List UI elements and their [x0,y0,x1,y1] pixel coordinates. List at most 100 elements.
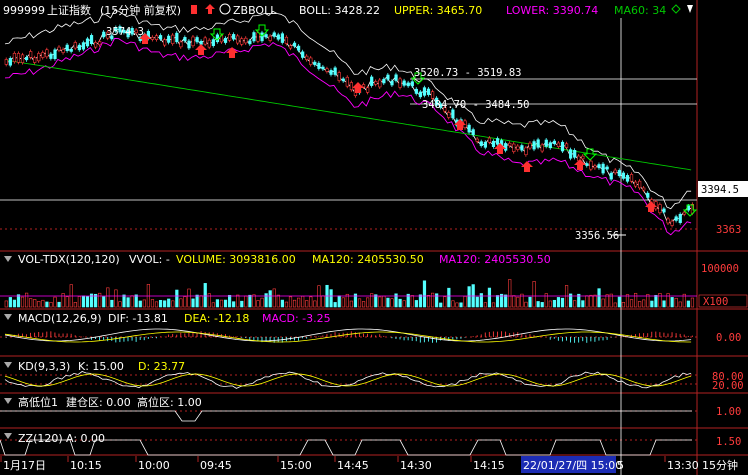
volume-bar [183,296,187,308]
period-axis-label[interactable]: 15分钟 [702,458,738,472]
volume-bar [487,287,492,308]
volume-bar [114,289,118,308]
candle-body [272,32,276,37]
candle-body [646,192,650,198]
volume-bar [589,294,593,308]
candle-body [666,218,670,224]
volume-bar [638,301,642,308]
candle-body [414,88,418,94]
volume-bar [12,299,17,308]
volume-bar [292,299,297,308]
volume-bar [666,293,670,308]
volume-bar [195,294,199,308]
candle-body [629,174,634,182]
macd-axis: 0.00 [716,332,741,344]
volume-bar [288,296,293,308]
volume-bar [402,300,406,308]
volume-bar [410,295,414,308]
volume-bar [276,294,280,308]
vol-ma120-b: MA120: 2405530.50 [439,253,551,266]
candle-body [252,32,256,42]
candle-body [487,137,492,143]
candle-body [89,35,94,45]
lower-value: LOWER: 3390.74 [506,4,598,17]
volume-bar [670,297,674,308]
candle-body [203,37,207,45]
candle-body [674,216,678,221]
volume-bar [467,286,471,308]
candle-body [94,42,98,48]
volume-bar [61,293,65,308]
period-label: (15分钟 前复权) [100,3,181,17]
candle-body [57,46,61,51]
candle-body [682,211,686,215]
candle-body [329,70,333,75]
volume-bar [29,298,33,308]
candle-body [223,37,228,43]
volume-bar [548,300,552,308]
candle-body [61,49,65,53]
candle-body [552,140,556,144]
candle-body [613,169,617,174]
candle-body [236,35,240,44]
candle-body [33,57,37,63]
time-label: 14:45 [337,459,369,472]
volume-bar [142,299,146,308]
volume-bar [544,293,548,308]
volume-bar [33,299,37,308]
vol-indicator-name[interactable]: VOL-TDX(120,120) [18,253,120,266]
volume-bar [240,300,244,308]
kd-indicator-name[interactable]: KD(9,3,3) [18,360,70,373]
candle-body [207,39,211,48]
volume-bar [73,302,77,308]
volume-bar [516,296,520,308]
candle-body [422,87,427,96]
stock-chart[interactable]: 999999 上证指数 (15分钟 前复权) ZBBOLL BOLL: 3428… [0,0,748,475]
volume-bar [126,297,130,308]
volume-bar [512,295,516,308]
candle-body [41,52,45,58]
volume-bar [629,299,634,308]
volume-bar [536,301,540,308]
volume-bar [309,296,313,308]
candle-body [171,34,175,45]
indicator-name[interactable]: ZBBOLL [233,4,277,17]
candle-body [183,37,187,42]
zz-axis: 1.50 [716,436,741,448]
candle-body [447,112,451,118]
gdw-indicator-name[interactable]: 高低位1 [18,395,58,409]
stock-code: 999999 [3,4,45,17]
candle-body [398,78,402,88]
candle-body [495,138,500,145]
macd-indicator-name[interactable]: MACD(12,26,9) [18,312,102,325]
volume-bar [272,288,276,308]
volume-bar [118,301,122,308]
candle-body [528,142,532,149]
volume-bar [244,295,248,308]
zz-indicator-name[interactable]: ZZ(120) [18,432,63,445]
volume-bar [573,300,577,308]
volume-bar [418,294,423,308]
volume-bar [313,300,317,308]
candle-body [569,149,573,159]
candle-body [601,163,605,174]
candle-body [589,160,593,170]
candle-body [544,139,548,147]
candle-body [4,59,8,65]
volume-bar [228,294,232,308]
candle-body [280,33,284,43]
candle-body [418,91,423,98]
candle-body [292,42,297,47]
vol-ma120-a: MA120: 2405530.50 [312,253,424,266]
volume-bar [426,295,431,308]
color-block-icon [191,5,197,14]
boll-value: BOLL: 3428.22 [299,4,380,17]
candle-body [179,41,183,48]
candle-body [313,61,317,66]
candle-body [341,78,345,82]
candle-body [12,53,17,63]
candle-body [366,87,370,93]
candle-body [625,175,630,182]
volume-bar [581,300,585,308]
candle-body [467,124,471,133]
